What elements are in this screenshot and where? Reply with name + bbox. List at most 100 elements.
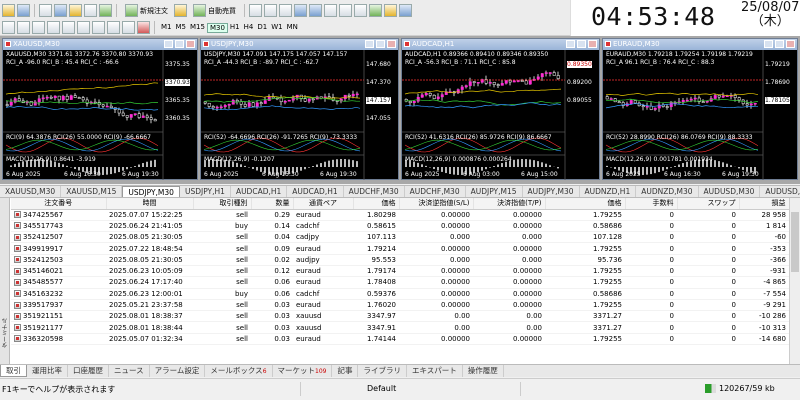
bar-chart-icon[interactable] xyxy=(249,4,262,17)
terminal-tab[interactable]: ニュース xyxy=(109,365,150,377)
orders-scrollbar[interactable] xyxy=(789,198,800,364)
timeframe-h1[interactable]: H1 xyxy=(228,23,242,33)
market-watch-icon[interactable] xyxy=(39,4,52,17)
autotrading-button[interactable]: 自動売買 xyxy=(189,4,240,18)
minimize-icon[interactable] xyxy=(365,40,374,48)
text-label-icon[interactable] xyxy=(122,21,135,34)
order-row[interactable]: 352412507 2025.08.05 21:30:05 sell 0.04 cadj… xyxy=(11,231,789,244)
terminal-tab[interactable]: アラーム設定 xyxy=(150,365,206,377)
column-header[interactable]: 価格 xyxy=(545,198,626,210)
terminal-tab[interactable]: マーケット109 xyxy=(273,365,333,377)
column-header[interactable]: 損益 xyxy=(739,198,790,210)
auto-scroll-icon[interactable] xyxy=(339,4,352,17)
arrows-icon[interactable] xyxy=(137,21,150,34)
periodicity-icon[interactable] xyxy=(384,4,397,17)
close-icon[interactable] xyxy=(588,40,597,48)
order-row[interactable]: 351921177 2025.08.01 18:38:44 sell 0.03 xauu… xyxy=(11,321,789,334)
minimize-icon[interactable] xyxy=(764,40,773,48)
tile-windows-icon[interactable] xyxy=(324,4,337,17)
fibonacci-icon[interactable] xyxy=(92,21,105,34)
chart-tab[interactable]: AUDUSD,F xyxy=(760,186,800,197)
timeframe-d1[interactable]: D1 xyxy=(255,23,269,33)
column-header[interactable]: 決済逆指値(S/L) xyxy=(399,198,474,210)
chart-tab[interactable]: AUDUSD,M30 xyxy=(699,186,761,197)
data-window-icon[interactable] xyxy=(54,4,67,17)
order-row[interactable]: 349919917 2025.07.22 18:48:54 sell 0.09 eura… xyxy=(11,242,789,255)
terminal-icon[interactable] xyxy=(84,4,97,17)
close-icon[interactable] xyxy=(186,40,195,48)
navigator-icon[interactable] xyxy=(69,4,82,17)
maximize-icon[interactable] xyxy=(577,40,586,48)
close-icon[interactable] xyxy=(387,40,396,48)
terminal-tab[interactable]: ライブラリ xyxy=(358,365,407,377)
column-header[interactable]: 価格 xyxy=(353,198,400,210)
chart-title-bar[interactable]: USDJPY,M30 xyxy=(201,39,398,50)
chart-tab[interactable]: AUDNZD,H1 xyxy=(580,186,637,197)
terminal-tab[interactable]: 操作履歴 xyxy=(463,365,504,377)
crosshair-icon[interactable] xyxy=(17,21,30,34)
indicators-icon[interactable] xyxy=(369,4,382,17)
timeframe-m1[interactable]: M1 xyxy=(159,23,174,33)
order-row[interactable]: 345485577 2025.06.24 17:17:40 sell 0.06 eura… xyxy=(11,276,789,289)
timeframe-m30[interactable]: M30 xyxy=(206,22,228,33)
close-icon[interactable] xyxy=(786,40,795,48)
zoom-out-icon[interactable] xyxy=(309,4,322,17)
timeframe-w1[interactable]: W1 xyxy=(269,23,284,33)
column-header[interactable]: 通貨ペア xyxy=(293,198,354,210)
chart-title-bar[interactable]: EURAUD,M30 xyxy=(603,39,797,50)
timeframe-h4[interactable]: H4 xyxy=(242,23,256,33)
profiles-icon[interactable] xyxy=(17,4,30,17)
minimize-icon[interactable] xyxy=(566,40,575,48)
timeframe-m5[interactable]: M5 xyxy=(174,23,189,33)
minimize-icon[interactable] xyxy=(164,40,173,48)
order-row[interactable]: 345163232 2025.06.23 12:00:01 buy 0.06 cadch… xyxy=(11,288,789,300)
equidistant-channel-icon[interactable] xyxy=(77,21,90,34)
column-header[interactable]: 決済指値(T/P) xyxy=(473,198,546,210)
column-header[interactable]: スワップ xyxy=(677,198,740,210)
chart-tab[interactable]: AUDCHF,M30 xyxy=(344,186,405,197)
order-row[interactable]: 339517937 2025.05.21 23:37:58 sell 0.03 eura… xyxy=(11,299,789,312)
chart-window[interactable]: EURAUD,M30 EURAUD,M30 1.79218 1.79254 1.7… xyxy=(602,38,798,180)
zoom-in-icon[interactable] xyxy=(294,4,307,17)
column-header[interactable]: 手数料 xyxy=(625,198,678,210)
column-header[interactable]: 時間 xyxy=(106,198,194,210)
timeframe-mn[interactable]: MN xyxy=(285,23,300,33)
vertical-line-icon[interactable] xyxy=(32,21,45,34)
line-chart-icon[interactable] xyxy=(279,4,292,17)
chart-tab[interactable]: USDJPY,M30 xyxy=(122,186,180,197)
order-row[interactable]: 336320598 2025.05.07 01:32:34 sell 0.03 eura… xyxy=(11,333,789,346)
templates-icon[interactable] xyxy=(399,4,412,17)
chart-tab[interactable]: USDJPY,H1 xyxy=(180,186,231,197)
chart-window[interactable]: AUDCAD,H1 AUDCAD,H1 0.89366 0.89410 0.893… xyxy=(401,38,600,180)
terminal-tab[interactable]: 記事 xyxy=(332,365,359,377)
column-header[interactable]: 注文番号 xyxy=(11,198,107,210)
trendline-icon[interactable] xyxy=(62,21,75,34)
terminal-tab[interactable]: 取引 xyxy=(0,365,27,377)
terminal-tab[interactable]: 運用比率 xyxy=(27,365,68,377)
strategy-tester-icon[interactable] xyxy=(99,4,112,17)
new-chart-icon[interactable] xyxy=(2,4,15,17)
chart-tab[interactable]: AUDJPY,M30 xyxy=(523,186,580,197)
cursor-icon[interactable] xyxy=(2,21,15,34)
candlestick-icon[interactable] xyxy=(264,4,277,17)
chart-tab[interactable]: AUDJPY,M15 xyxy=(466,186,523,197)
text-icon[interactable] xyxy=(107,21,120,34)
terminal-tab[interactable]: エキスパート xyxy=(407,365,463,377)
maximize-icon[interactable] xyxy=(775,40,784,48)
order-row[interactable]: 352412503 2025.08.05 21:30:05 sell 0.02 audj… xyxy=(11,254,789,266)
horizontal-line-icon[interactable] xyxy=(47,21,60,34)
chart-tab[interactable]: XAUUSD,M30 xyxy=(0,186,62,197)
chart-title-bar[interactable]: AUDCAD,H1 xyxy=(402,39,599,50)
maximize-icon[interactable] xyxy=(175,40,184,48)
chart-shift-icon[interactable] xyxy=(354,4,367,17)
chart-window[interactable]: XAUUSD,M30 XAUUSD,M30 3371.61 3372.76 337… xyxy=(2,38,198,180)
chart-title-bar[interactable]: XAUUSD,M30 xyxy=(3,39,197,50)
maximize-icon[interactable] xyxy=(376,40,385,48)
terminal-tab[interactable]: メールボックス6 xyxy=(205,365,273,377)
terminal-tab[interactable]: 口座履歴 xyxy=(68,365,109,377)
order-row[interactable]: 345146021 2025.06.23 10:05:09 sell 0.12 eura… xyxy=(11,265,789,278)
chart-tab[interactable]: XAUUSD,M15 xyxy=(61,186,123,197)
chart-tab[interactable]: AUDNZD,M30 xyxy=(636,186,699,197)
chart-tab[interactable]: AUDCAD,H1 xyxy=(287,186,344,197)
chart-tab[interactable]: AUDCAD,H1 xyxy=(231,186,288,197)
